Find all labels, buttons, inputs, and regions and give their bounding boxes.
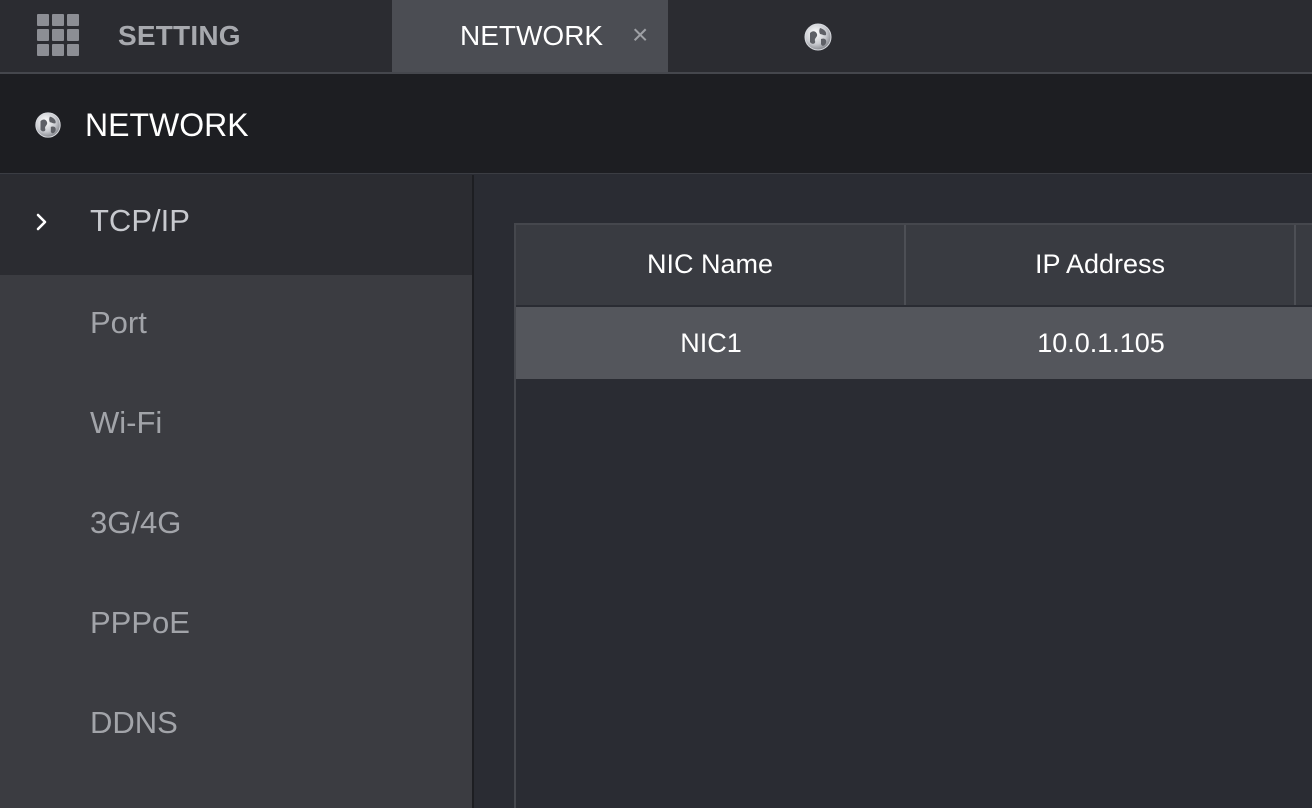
sidebar-item-wifi[interactable]: Wi-Fi (0, 375, 472, 475)
sidebar-item-port[interactable]: Port (0, 275, 472, 375)
sidebar-item-label: PPPoE (90, 605, 190, 640)
sidebar: TCP/IP Port Wi-Fi 3G/4G PPPoE DDNS (0, 175, 474, 808)
chevron-right-icon (36, 213, 47, 231)
page-title: NETWORK (85, 107, 249, 143)
globe-icon (804, 23, 832, 51)
sidebar-item-pppoe[interactable]: PPPoE (0, 575, 472, 675)
tab-setting[interactable]: SETTING (118, 20, 241, 52)
sidebar-item-label: Port (90, 305, 147, 340)
globe-icon (35, 112, 61, 138)
column-header-ip-address[interactable]: IP Address (906, 225, 1296, 305)
grid-icon[interactable] (37, 14, 79, 56)
sidebar-item-3g4g[interactable]: 3G/4G (0, 475, 472, 575)
tab-network-label: NETWORK (460, 20, 604, 51)
column-header-nic-name[interactable]: NIC Name (516, 225, 906, 305)
page-header: NETWORK (0, 74, 1312, 174)
cell-nic-name: NIC1 (680, 328, 742, 358)
sidebar-item-label: TCP/IP (90, 203, 190, 238)
top-tab-bar: SETTING NETWORK × (0, 0, 1312, 74)
table-header: NIC Name IP Address (516, 225, 1312, 307)
sidebar-item-tcpip[interactable]: TCP/IP (0, 175, 472, 275)
cell-ip-address: 10.0.1.105 (1037, 328, 1165, 358)
nic-table: NIC Name IP Address NIC1 10.0.1.105 (514, 223, 1312, 808)
sidebar-item-ddns[interactable]: DDNS (0, 675, 472, 775)
sidebar-item-label: 3G/4G (90, 505, 182, 540)
main-content: NIC Name IP Address NIC1 10.0.1.105 (474, 175, 1312, 808)
tab-network[interactable]: NETWORK × (392, 0, 832, 72)
close-icon[interactable]: × (632, 20, 648, 50)
table-row[interactable]: NIC1 10.0.1.105 (516, 307, 1312, 379)
sidebar-item-label: DDNS (90, 705, 178, 740)
sidebar-item-label: Wi-Fi (90, 405, 163, 440)
